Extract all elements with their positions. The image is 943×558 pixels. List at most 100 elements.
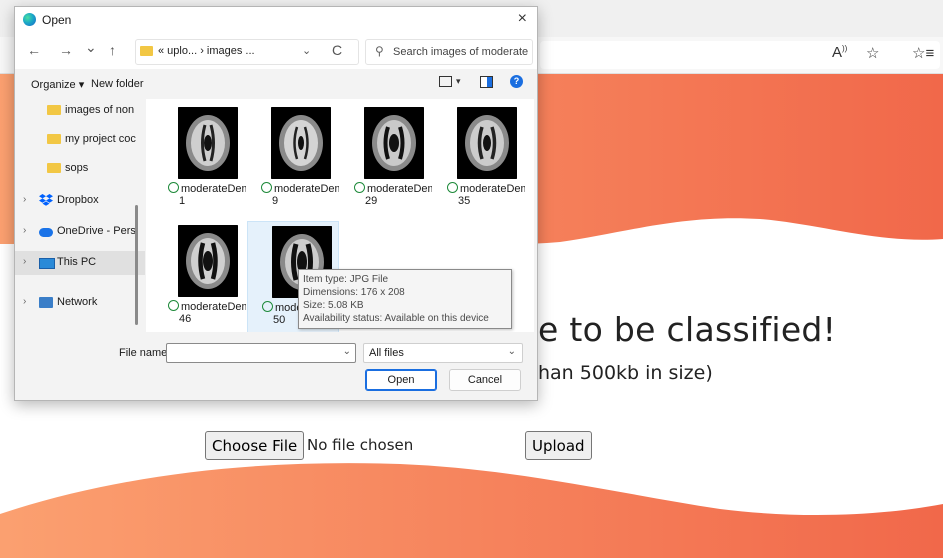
close-icon[interactable]: × (518, 10, 527, 28)
chevron-down-icon[interactable]: ⌄ (302, 44, 311, 57)
preview-pane-icon[interactable] (480, 76, 493, 88)
path-breadcrumb[interactable]: « uplo... › images ... ⌄ C (135, 39, 359, 65)
recent-locations-chevron-icon[interactable]: ⌄ (85, 39, 97, 56)
path-text: « uplo... › images ... (158, 45, 255, 57)
file-tile[interactable]: moderateDem 9 (247, 103, 339, 215)
sidebar-item-this-pc[interactable]: › This PC (15, 251, 145, 275)
new-folder-button[interactable]: New folder (91, 78, 144, 90)
cancel-button[interactable]: Cancel (449, 369, 521, 391)
chevron-right-icon[interactable]: › (23, 194, 26, 205)
file-name: moderateDem (168, 181, 246, 195)
folder-icon (47, 134, 61, 144)
brain-mri-thumbnail (178, 225, 238, 297)
no-file-chosen-text: No file chosen (307, 436, 414, 454)
sidebar-item-label: This PC (57, 256, 97, 268)
organize-menu[interactable]: Organize ▾ (31, 78, 84, 91)
file-name-label: File name: (119, 347, 171, 359)
folder-icon (140, 46, 153, 56)
back-arrow-icon[interactable]: ← (27, 42, 41, 58)
choose-file-button[interactable]: Choose File (205, 431, 305, 460)
upload-button[interactable]: Upload (525, 431, 592, 460)
view-dropdown-icon[interactable]: ▾ (456, 76, 461, 87)
sidebar-item-label: OneDrive - Pers (57, 225, 136, 237)
file-type-value: All files (369, 347, 404, 359)
file-number: 50 (273, 314, 286, 326)
edge-logo-icon (23, 13, 36, 26)
dialog-title-bar[interactable]: Open × (15, 7, 537, 33)
file-number: 46 (179, 313, 192, 325)
tooltip-size: Size: 5.08 KB (303, 300, 364, 311)
network-icon (39, 297, 53, 308)
sidebar-scrollbar[interactable] (135, 205, 138, 325)
file-name-combobox[interactable]: ⌄ (166, 343, 356, 363)
synced-check-icon (261, 182, 272, 193)
dropbox-icon (39, 194, 53, 206)
chevron-right-icon[interactable]: › (23, 225, 26, 236)
file-number: 1 (179, 195, 186, 207)
chevron-right-icon[interactable]: › (23, 296, 26, 307)
up-arrow-icon[interactable]: ↑ (109, 42, 116, 58)
search-box[interactable]: ⚲ (365, 39, 533, 65)
sidebar-item-label: Network (57, 296, 98, 308)
sidebar-item-label: Dropbox (57, 194, 99, 206)
tooltip-item-type: Item type: JPG File (303, 274, 389, 285)
navigation-pane: images of non my project coc sops › Drop… (15, 99, 145, 332)
sidebar-item-label: images of non (65, 104, 135, 116)
file-tile[interactable]: moderateDem 35 (433, 103, 525, 215)
computer-icon (39, 258, 55, 269)
brain-mri-thumbnail (364, 107, 424, 179)
bottom-wave-decoration (0, 463, 943, 558)
read-aloud-icon[interactable]: A)) (832, 44, 847, 61)
file-name: moderateDem (354, 181, 432, 195)
page-title: e to be classified! (538, 310, 837, 349)
tooltip-availability: Availability status: Available on this d… (303, 313, 489, 324)
refresh-icon[interactable]: C (332, 42, 342, 58)
sidebar-item-sops[interactable]: sops (15, 157, 145, 181)
folder-icon (47, 163, 61, 173)
brain-mri-thumbnail (457, 107, 517, 179)
chevron-down-icon[interactable]: ⌄ (508, 346, 516, 357)
file-tile[interactable]: moderateDem 29 (340, 103, 432, 215)
file-tile[interactable]: moderateDem 1 (154, 103, 246, 215)
sidebar-item-images-of-non[interactable]: images of non (15, 99, 145, 123)
sidebar-item-onedrive[interactable]: › OneDrive - Pers (15, 220, 145, 244)
sidebar-item-dropbox[interactable]: › Dropbox (15, 189, 145, 213)
file-name-input[interactable] (169, 345, 335, 360)
file-info-tooltip: Item type: JPG File Dimensions: 176 x 20… (298, 269, 512, 329)
synced-check-icon (354, 182, 365, 193)
sidebar-item-label: sops (65, 162, 89, 174)
dialog-footer: File name: ⌄ All files ⌄ Open Cancel (15, 332, 537, 400)
dialog-title: Open (42, 13, 72, 27)
synced-check-icon (447, 182, 458, 193)
brain-mri-thumbnail (271, 107, 331, 179)
forward-arrow-icon[interactable]: → (59, 42, 73, 58)
file-type-select[interactable]: All files ⌄ (363, 343, 523, 363)
command-bar: Organize ▾ New folder ▾ ? (15, 69, 537, 99)
open-file-dialog: Open × ← → ⌄ ↑ « uplo... › images ... ⌄ … (14, 6, 538, 401)
file-name: moderateDem (447, 181, 525, 195)
file-number: 29 (365, 195, 378, 207)
file-number: 9 (272, 195, 279, 207)
tooltip-dimensions: Dimensions: 176 x 208 (303, 287, 405, 298)
address-bar[interactable] (540, 41, 940, 69)
synced-check-icon (168, 182, 179, 193)
help-icon[interactable]: ? (510, 75, 523, 88)
sidebar-item-network[interactable]: › Network (15, 291, 145, 315)
favorite-add-icon[interactable]: ☆ (866, 44, 879, 62)
file-number: 35 (458, 195, 471, 207)
sidebar-item-my-project[interactable]: my project coc (15, 128, 145, 152)
sidebar-item-label: my project coc (65, 133, 136, 145)
synced-check-icon (262, 301, 273, 312)
search-icon: ⚲ (375, 44, 384, 58)
page-subtitle: han 500kb in size) (538, 362, 713, 384)
chevron-down-icon[interactable]: ⌄ (343, 346, 351, 357)
onedrive-cloud-icon (39, 228, 53, 237)
favorites-icon[interactable]: ☆≡ (912, 44, 934, 62)
file-name: moderateDem (168, 299, 246, 313)
search-input[interactable] (393, 44, 529, 59)
open-button[interactable]: Open (365, 369, 437, 391)
chevron-right-icon[interactable]: › (23, 256, 26, 267)
view-options-icon[interactable] (439, 76, 452, 87)
file-tile[interactable]: moderateDem 46 (154, 221, 246, 332)
brain-mri-thumbnail (178, 107, 238, 179)
